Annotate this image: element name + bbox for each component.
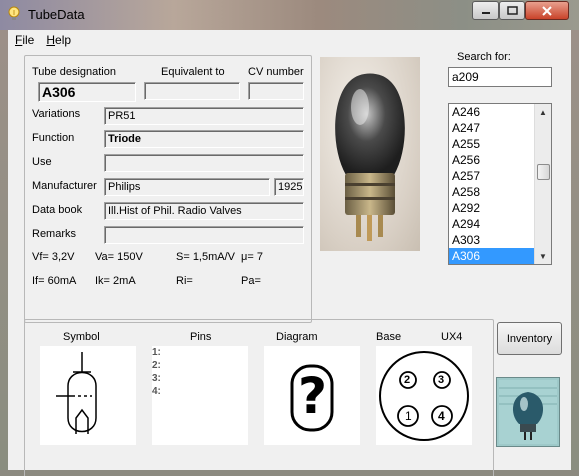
data-book-field[interactable]: Ill.Hist of Phil. Radio Valves [104,202,304,220]
use-label: Use [32,156,52,168]
vacuum-tube-icon [335,73,405,241]
manufacturer-label: Manufacturer [32,180,97,192]
tube-logo-icon[interactable] [496,377,560,447]
list-item[interactable]: A292 [449,200,535,216]
window-frame-left [0,30,8,476]
tube-symbol-panel [40,346,136,445]
client-area: File Help Tube designation Equivalent to… [8,30,571,476]
diagram-panel: ? [264,346,360,445]
year-field[interactable]: 1925 [274,178,304,196]
minimize-icon [481,11,490,14]
list-item[interactable]: A294 [449,216,535,232]
menu-file[interactable]: File [15,33,34,47]
window-frame-right [571,30,579,476]
data-book-label: Data book [32,204,83,216]
designation-label: Tube designation [32,66,116,78]
remarks-label: Remarks [32,228,77,240]
search-input[interactable]: a209 [448,67,552,87]
list-item[interactable]: A256 [449,152,535,168]
variations-field[interactable]: PR51 [104,107,304,125]
va-value: Va= 150V [95,251,143,263]
tube-list[interactable]: A246 A247 A255 A256 A257 A258 A292 A294 … [448,103,552,265]
window-title: TubeData [28,7,85,22]
pins-panel: 1: 2: 3: 4: [152,346,248,445]
list-item[interactable]: A247 [449,120,535,136]
manufacturer-field[interactable]: Philips [104,178,270,196]
minimize-button[interactable] [472,1,499,20]
mu-value: μ= 7 [241,251,263,263]
variations-label: Variations [32,108,81,120]
s-value: S= 1,5mA/V [176,251,236,263]
base-header: Base [376,331,402,343]
base-pin-1: 1 [405,409,412,423]
pin-3-label: 3: [152,373,161,384]
lightbulb-icon [8,6,20,20]
inventory-button[interactable]: Inventory [497,322,562,355]
symbol-header: Symbol [63,331,100,343]
base-pinout-panel: 2 3 1 4 [376,346,472,445]
logo-tube-icon [499,380,557,444]
equivalent-field[interactable] [144,82,240,100]
base-pin-3: 3 [438,374,445,386]
vf-value: Vf= 3,2V [32,251,75,263]
pin-2-label: 2: [152,360,161,371]
pins-header: Pins [190,331,212,343]
ik-value: Ik= 2mA [95,275,136,287]
maximize-icon [506,6,518,15]
list-item[interactable]: A246 [449,104,535,120]
designation-field[interactable]: A306 [38,82,136,102]
cv-number-field[interactable] [248,82,304,100]
function-field[interactable]: Triode [104,130,304,148]
search-label: Search for: [457,51,511,63]
base-pin-4: 4 [438,409,445,423]
list-scrollbar[interactable]: ▲ ▼ [534,104,551,264]
pa-value: Pa= [241,275,261,287]
maximize-button[interactable] [499,1,525,20]
list-item-selected[interactable]: A306 [449,248,535,264]
list-item[interactable]: A255 [449,136,535,152]
remarks-field[interactable] [104,226,304,244]
cv-number-label: CV number [248,66,304,78]
close-button[interactable] [525,1,569,20]
vacuum-tube-photo [320,57,420,251]
close-icon [542,5,552,16]
scroll-down-icon[interactable]: ▼ [535,248,551,264]
menu-help[interactable]: Help [46,33,71,47]
pin-1-label: 1: [152,347,161,358]
diagram-header: Diagram [276,331,318,343]
scroll-thumb[interactable] [537,164,550,180]
equivalent-label: Equivalent to [161,66,225,78]
list-item[interactable]: A257 [449,168,535,184]
function-label: Function [32,132,75,144]
base-pinout-icon [379,351,469,441]
ri-value: Ri= [176,275,193,287]
list-item[interactable]: A258 [449,184,535,200]
question-mark: ? [298,367,328,425]
if-value: If= 60mA [32,275,77,287]
base-type-label: UX4 [441,331,463,343]
list-item[interactable]: A303 [449,232,535,248]
use-field[interactable] [104,154,304,172]
title-bar: TubeData [0,0,579,30]
triode-symbol-icon [56,352,97,434]
menu-bar: File Help [8,30,571,50]
pin-4-label: 4: [152,386,161,397]
scroll-up-icon[interactable]: ▲ [535,104,551,120]
base-pin-2: 2 [404,374,411,386]
